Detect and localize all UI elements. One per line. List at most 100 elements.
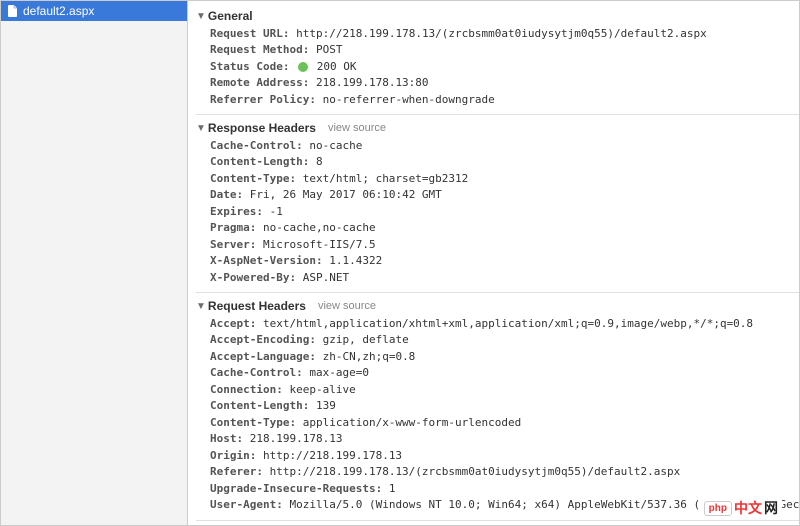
header-value: zh-CN,zh;q=0.8 bbox=[323, 350, 416, 363]
header-value: text/html,application/xhtml+xml,applicat… bbox=[263, 317, 753, 330]
header-row: Status Code: 200 OK bbox=[210, 59, 799, 76]
section-response-headers: ▼Response Headers view source Cache-Cont… bbox=[196, 115, 799, 293]
header-value: no-cache,no-cache bbox=[263, 221, 376, 234]
header-key: Origin: bbox=[210, 449, 256, 462]
section-title: Request Headers bbox=[208, 299, 306, 313]
header-value: 200 OK bbox=[317, 60, 357, 73]
header-row: Accept-Language: zh-CN,zh;q=0.8 bbox=[210, 349, 799, 366]
section-header[interactable]: ▼Response Headers view source bbox=[196, 119, 799, 138]
chevron-down-icon: ▼ bbox=[196, 124, 206, 134]
header-row: Accept: text/html,application/xhtml+xml,… bbox=[210, 316, 799, 333]
sidebar-item-request[interactable]: default2.aspx bbox=[1, 1, 187, 21]
section-title: Response Headers bbox=[208, 121, 316, 135]
rows-general: Request URL: http://218.199.178.13/(zrcb… bbox=[196, 26, 799, 109]
header-key: X-AspNet-Version: bbox=[210, 254, 323, 267]
devtools-window: default2.aspx ▼General Request URL: http… bbox=[0, 0, 800, 526]
header-row: Pragma: no-cache,no-cache bbox=[210, 220, 799, 237]
header-key: Upgrade-Insecure-Requests: bbox=[210, 482, 382, 495]
header-key: Referer: bbox=[210, 465, 263, 478]
header-row: Cache-Control: max-age=0 bbox=[210, 365, 799, 382]
header-key: Accept-Language: bbox=[210, 350, 316, 363]
header-key: Date: bbox=[210, 188, 243, 201]
logo-badge: php bbox=[704, 501, 732, 516]
watermark-logo: php 中文网 bbox=[700, 496, 782, 520]
header-value: no-referrer-when-downgrade bbox=[323, 93, 495, 106]
header-key: Cache-Control: bbox=[210, 139, 303, 152]
header-value: http://218.199.178.13/(zrcbsmm0at0iudysy… bbox=[270, 465, 681, 478]
section-header[interactable]: ▼General bbox=[196, 7, 799, 26]
header-row: Date: Fri, 26 May 2017 06:10:42 GMT bbox=[210, 187, 799, 204]
header-row: Content-Type: text/html; charset=gb2312 bbox=[210, 171, 799, 188]
status-dot-icon bbox=[298, 62, 308, 72]
view-source-link[interactable]: view source bbox=[318, 298, 376, 315]
header-value: 218.199.178.13 bbox=[250, 432, 343, 445]
header-key: Accept: bbox=[210, 317, 256, 330]
header-value: keep-alive bbox=[289, 383, 355, 396]
header-value: max-age=0 bbox=[309, 366, 369, 379]
header-row: Content-Type: application/x-www-form-url… bbox=[210, 415, 799, 432]
header-value: Microsoft-IIS/7.5 bbox=[263, 238, 376, 251]
sidebar-item-label: default2.aspx bbox=[23, 4, 94, 18]
header-key: Content-Type: bbox=[210, 416, 296, 429]
header-key: Remote Address: bbox=[210, 76, 309, 89]
header-key: Status Code: bbox=[210, 60, 289, 73]
header-key: X-Powered-By: bbox=[210, 271, 296, 284]
section-request-headers: ▼Request Headers view source Accept: tex… bbox=[196, 293, 799, 521]
rows-request: Accept: text/html,application/xhtml+xml,… bbox=[196, 316, 799, 514]
header-key: Request URL: bbox=[210, 27, 289, 40]
header-value: POST bbox=[316, 43, 343, 56]
chevron-down-icon: ▼ bbox=[196, 12, 206, 22]
view-source-link[interactable]: view source bbox=[328, 120, 386, 137]
header-value: 139 bbox=[316, 399, 336, 412]
header-key: Pragma: bbox=[210, 221, 256, 234]
header-key: Server: bbox=[210, 238, 256, 251]
header-row: X-AspNet-Version: 1.1.4322 bbox=[210, 253, 799, 270]
header-value: http://218.199.178.13 bbox=[263, 449, 402, 462]
request-list-sidebar: default2.aspx bbox=[1, 1, 188, 525]
header-row: Origin: http://218.199.178.13 bbox=[210, 448, 799, 465]
header-row: Remote Address: 218.199.178.13:80 bbox=[210, 75, 799, 92]
header-value: gzip, deflate bbox=[323, 333, 409, 346]
header-row: Host: 218.199.178.13 bbox=[210, 431, 799, 448]
header-value: no-cache bbox=[309, 139, 362, 152]
header-row: Accept-Encoding: gzip, deflate bbox=[210, 332, 799, 349]
header-key: Content-Length: bbox=[210, 399, 309, 412]
header-value: 1.1.4322 bbox=[329, 254, 382, 267]
header-key: Content-Length: bbox=[210, 155, 309, 168]
header-value: Fri, 26 May 2017 06:10:42 GMT bbox=[250, 188, 442, 201]
header-value: ASP.NET bbox=[303, 271, 349, 284]
header-key: Cache-Control: bbox=[210, 366, 303, 379]
header-key: Referrer Policy: bbox=[210, 93, 316, 106]
section-header[interactable]: ▼Request Headers view source bbox=[196, 297, 799, 316]
header-value: -1 bbox=[270, 205, 283, 218]
header-row: X-Powered-By: ASP.NET bbox=[210, 270, 799, 287]
header-value: application/x-www-form-urlencoded bbox=[303, 416, 522, 429]
header-key: Request Method: bbox=[210, 43, 309, 56]
header-row: Referrer Policy: no-referrer-when-downgr… bbox=[210, 92, 799, 109]
logo-text-dark: 网 bbox=[764, 498, 778, 518]
header-row: Upgrade-Insecure-Requests: 1 bbox=[210, 481, 799, 498]
header-value: 1 bbox=[389, 482, 396, 495]
header-row: Server: Microsoft-IIS/7.5 bbox=[210, 237, 799, 254]
section-header[interactable]: ▼Form Data view source view URL encoded bbox=[196, 525, 799, 526]
header-key: Accept-Encoding: bbox=[210, 333, 316, 346]
header-key: Connection: bbox=[210, 383, 283, 396]
header-value: http://218.199.178.13/(zrcbsmm0at0iudysy… bbox=[296, 27, 707, 40]
header-key: User-Agent: bbox=[210, 498, 283, 511]
chevron-down-icon: ▼ bbox=[196, 302, 206, 312]
logo-text-red: 中文 bbox=[734, 498, 762, 518]
header-row: Request Method: POST bbox=[210, 42, 799, 59]
header-value: text/html; charset=gb2312 bbox=[303, 172, 469, 185]
header-value: 218.199.178.13:80 bbox=[316, 76, 429, 89]
header-key: Content-Type: bbox=[210, 172, 296, 185]
header-value: 8 bbox=[316, 155, 323, 168]
header-row: Request URL: http://218.199.178.13/(zrcb… bbox=[210, 26, 799, 43]
header-row: Content-Length: 139 bbox=[210, 398, 799, 415]
header-row: Connection: keep-alive bbox=[210, 382, 799, 399]
header-row: Referer: http://218.199.178.13/(zrcbsmm0… bbox=[210, 464, 799, 481]
section-title: General bbox=[208, 9, 253, 23]
headers-panel[interactable]: ▼General Request URL: http://218.199.178… bbox=[188, 1, 799, 525]
header-row: Content-Length: 8 bbox=[210, 154, 799, 171]
rows-response: Cache-Control: no-cacheContent-Length: 8… bbox=[196, 138, 799, 287]
header-row: Cache-Control: no-cache bbox=[210, 138, 799, 155]
